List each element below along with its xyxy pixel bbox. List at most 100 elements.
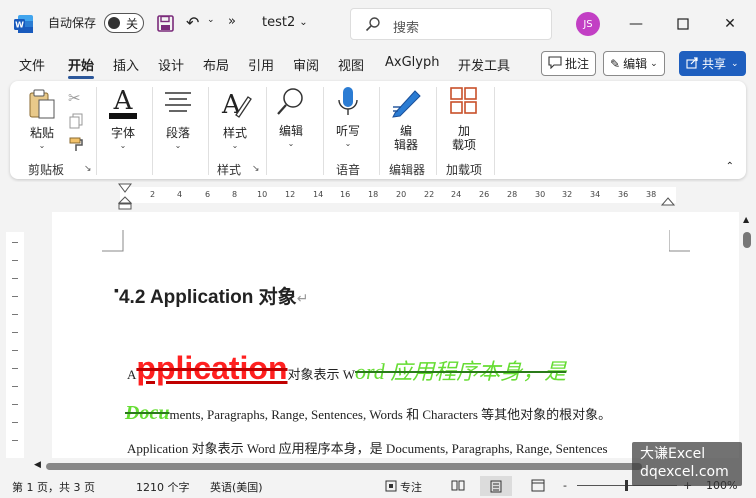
title-bar: W 自动保存 关 ↶ ⌄ » test2 ⌄ 搜索 JS — ✕: [0, 0, 756, 48]
dialog-launcher-icon[interactable]: ↘: [84, 164, 92, 174]
share-icon: [686, 56, 699, 72]
site-watermark: 大谦Excel dqexcel.com: [632, 442, 742, 486]
edit-button[interactable]: 编辑 ⌄: [275, 85, 307, 148]
ruler-tick: 32: [562, 190, 573, 199]
copy-icon[interactable]: [68, 113, 84, 132]
vertical-ruler[interactable]: [6, 232, 24, 458]
separator: [152, 87, 153, 175]
tab-layout[interactable]: 布局: [203, 55, 229, 74]
print-layout-icon[interactable]: [480, 476, 512, 496]
comments-button[interactable]: 批注: [541, 51, 597, 76]
word-count[interactable]: 1210 个字: [136, 479, 190, 495]
scroll-thumb[interactable]: [743, 232, 751, 248]
web-layout-icon[interactable]: [531, 479, 545, 492]
document-line-2[interactable]: Documents, Paragraphs, Range, Sentences,…: [125, 402, 611, 425]
chevron-down-icon: ⌄: [174, 141, 182, 150]
document-line-1[interactable]: Application对象表示 Word 应用程序本身，是: [127, 350, 566, 387]
document-title[interactable]: test2 ⌄: [262, 15, 308, 30]
ruler-tick: [12, 386, 18, 387]
autosave-toggle[interactable]: 关: [104, 13, 144, 33]
paragraph-label: 段落: [165, 126, 190, 140]
comments-label: 批注: [565, 57, 590, 71]
tab-references[interactable]: 引用: [248, 55, 274, 74]
margin-corner-mark: [669, 230, 690, 252]
group-styles: 样式: [217, 163, 242, 177]
horizontal-ruler[interactable]: 2 4 6 8 10 12 14 16 18 20 22 24 26 28 30…: [120, 187, 676, 203]
ruler-tick: 36: [618, 190, 629, 199]
zoom-out-button[interactable]: -: [563, 479, 567, 492]
document-line-3[interactable]: Application 对象表示 Word 应用程序本身，是 Documents…: [127, 438, 608, 457]
paste-button[interactable]: 粘贴 ⌄: [27, 87, 57, 150]
ruler-tick: [12, 350, 18, 351]
ruler-tick: 20: [396, 190, 407, 199]
tab-home[interactable]: 开始: [68, 55, 95, 79]
dictate-button[interactable]: 听写 ⌄: [333, 85, 363, 148]
tab-axglyph[interactable]: AxGlyph: [385, 55, 439, 70]
tab-design[interactable]: 设计: [158, 55, 184, 74]
focus-button[interactable]: 专注: [385, 479, 422, 495]
margin-corner-mark: [102, 230, 124, 252]
ruler-tick: 34: [590, 190, 601, 199]
dialog-launcher-icon[interactable]: ↘: [252, 164, 260, 174]
editor-button[interactable]: 编辑器: [389, 85, 423, 152]
language-status[interactable]: 英语(美国): [210, 479, 263, 495]
scroll-up-icon[interactable]: ▲: [743, 215, 749, 224]
separator: [494, 87, 495, 175]
ruler-tick: 4: [177, 190, 183, 199]
ruler-tick: [12, 332, 18, 333]
tab-file[interactable]: 文件: [19, 55, 45, 74]
ruler-tick: 6: [205, 190, 211, 199]
font-button[interactable]: A 字体 ⌄: [107, 86, 139, 150]
collapse-ribbon-icon[interactable]: ⌃: [726, 161, 734, 172]
styles-icon: A: [218, 87, 252, 124]
dictate-label: 听写: [335, 124, 360, 138]
chevron-down-icon: ⌄: [38, 141, 46, 150]
maximize-icon[interactable]: [673, 14, 693, 34]
editing-label: 编辑: [623, 57, 648, 71]
pencil-icon: ✎: [610, 56, 621, 71]
separator: [323, 87, 324, 175]
read-mode-icon[interactable]: [451, 479, 465, 491]
cut-icon[interactable]: ✂: [68, 89, 81, 107]
avatar[interactable]: JS: [576, 12, 600, 36]
edit-label: 编辑: [278, 124, 303, 138]
close-icon[interactable]: ✕: [720, 14, 740, 34]
page-count[interactable]: 第 1 页，共 3 页: [12, 479, 95, 495]
save-icon[interactable]: [157, 15, 174, 32]
minimize-icon[interactable]: —: [626, 14, 646, 34]
document-page[interactable]: ▪4.2 Application 对象↵ Application对象表示 Wor…: [52, 212, 739, 458]
section-heading[interactable]: ▪4.2 Application 对象↵: [114, 282, 308, 309]
scroll-left-icon[interactable]: ◀: [34, 460, 41, 470]
addins-button[interactable]: 加载项: [448, 85, 480, 152]
scroll-thumb[interactable]: [46, 463, 642, 470]
undo-icon[interactable]: ↶: [186, 13, 199, 32]
hanging-indent-marker[interactable]: [117, 196, 133, 213]
zoom-slider-thumb[interactable]: [625, 480, 628, 491]
addins-label-line2: 载项: [451, 138, 476, 152]
watermark-line2: dqexcel.com: [640, 464, 729, 480]
share-button[interactable]: 共享 ⌄: [679, 51, 746, 76]
vertical-scrollbar[interactable]: ▲: [740, 212, 754, 462]
tab-review[interactable]: 审阅: [293, 55, 319, 74]
chevron-down-icon: ⌄: [119, 141, 127, 150]
tab-developer[interactable]: 开发工具: [458, 55, 510, 74]
styles-button[interactable]: A 样式 ⌄: [218, 87, 252, 150]
ruler-tick: [12, 314, 18, 315]
ruler-tick: 22: [424, 190, 435, 199]
tab-insert[interactable]: 插入: [113, 55, 139, 74]
ruler-tick: 8: [232, 190, 238, 199]
first-line-indent-marker[interactable]: [118, 182, 132, 196]
format-painter-icon[interactable]: [68, 137, 84, 156]
paragraph-button[interactable]: 段落 ⌄: [161, 87, 195, 150]
ruler-tick: 12: [285, 190, 296, 199]
ruler-tick: 38: [646, 190, 657, 199]
search-input[interactable]: 搜索: [350, 8, 552, 40]
svg-text:W: W: [15, 21, 24, 30]
focus-icon: [385, 480, 397, 495]
undo-dropdown-icon[interactable]: ⌄: [207, 15, 215, 25]
more-commands-icon[interactable]: »: [228, 14, 236, 29]
right-indent-marker[interactable]: [660, 196, 676, 210]
ruler-tick: 30: [535, 190, 546, 199]
editing-mode-button[interactable]: ✎ 编辑 ⌄: [603, 51, 665, 76]
tab-view[interactable]: 视图: [338, 55, 364, 74]
